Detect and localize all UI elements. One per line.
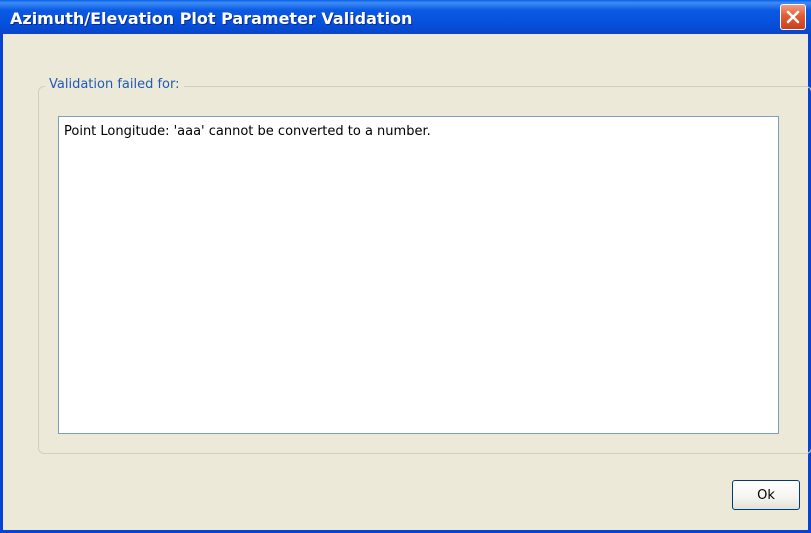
ok-button[interactable]: Ok	[732, 480, 800, 510]
close-icon	[786, 10, 800, 24]
close-button[interactable]	[780, 4, 806, 30]
title-bar[interactable]: Azimuth/Elevation Plot Parameter Validat…	[0, 0, 811, 34]
group-label: Validation failed for:	[45, 77, 184, 92]
window-title: Azimuth/Elevation Plot Parameter Validat…	[10, 9, 413, 28]
validation-dialog: Azimuth/Elevation Plot Parameter Validat…	[0, 0, 811, 533]
validation-details-textarea[interactable]: Point Longitude: 'aaa' cannot be convert…	[58, 116, 779, 434]
